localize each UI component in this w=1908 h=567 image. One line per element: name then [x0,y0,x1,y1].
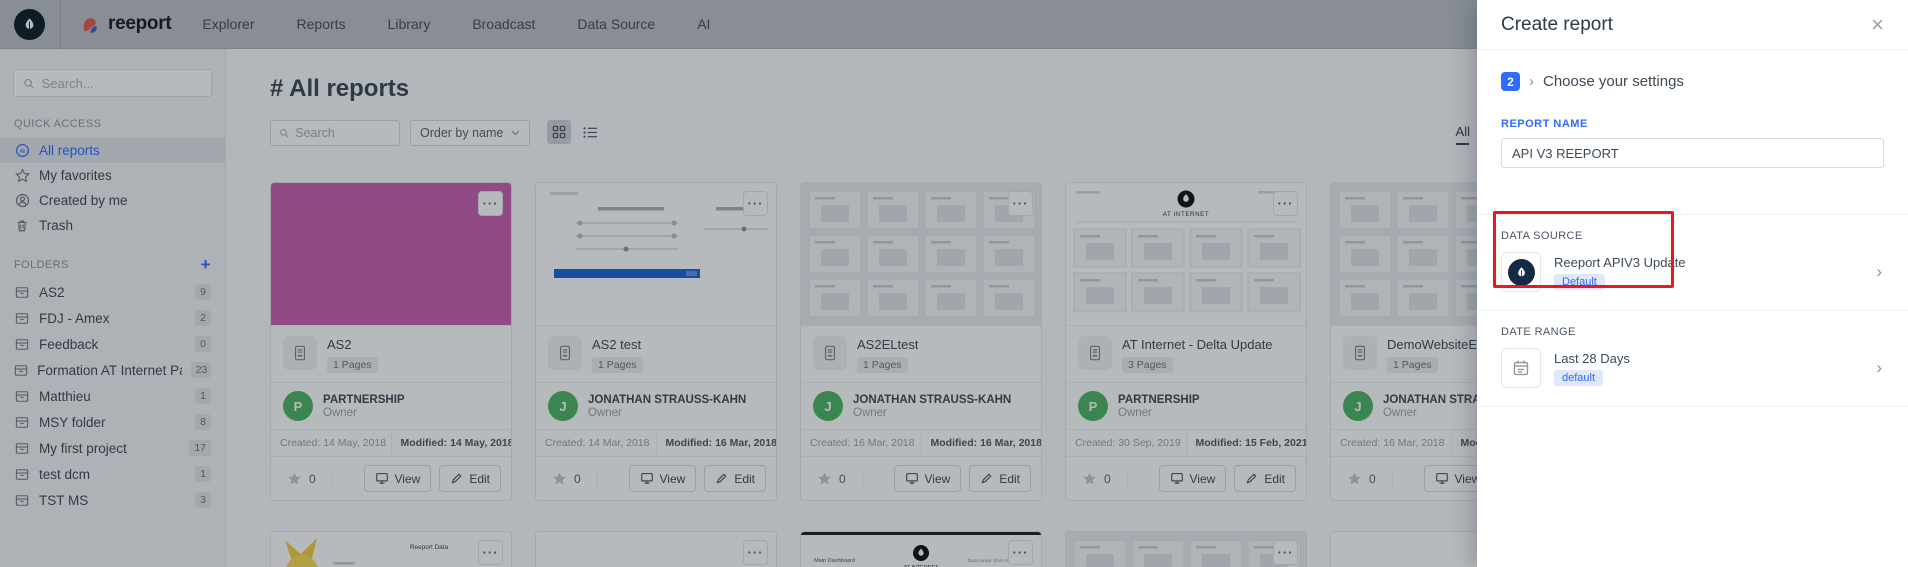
create-report-panel: Create report × 2 › Choose your settings… [1477,0,1908,567]
chevron-right-icon[interactable]: › [1876,262,1884,282]
calendar-icon [1512,359,1530,377]
data-source-iconbox [1501,252,1541,292]
chevron-right-icon[interactable]: › [1876,358,1884,378]
data-source-name: Reeport APIV3 Update [1554,255,1686,270]
data-source-section[interactable]: DATA SOURCE Reeport APIV3 Update Default… [1477,215,1908,311]
date-range-label: DATE RANGE [1501,326,1884,338]
date-range-section[interactable]: DATE RANGE Last 28 Days default › [1477,311,1908,407]
date-range-name: Last 28 Days [1554,351,1630,366]
panel-title: Create report [1501,14,1613,36]
step-indicator: 2 › Choose your settings [1501,72,1884,91]
reeport-source-icon [1508,259,1535,286]
close-icon[interactable]: × [1871,16,1884,34]
data-source-default-badge: Default [1554,274,1605,290]
data-source-label: DATA SOURCE [1501,230,1884,242]
report-name-label: REPORT NAME [1501,118,1884,130]
modal-dim-overlay [0,0,1477,567]
chevron-right-icon: › [1529,73,1534,90]
step-label: Choose your settings [1543,73,1684,90]
calendar-iconbox [1501,348,1541,388]
date-range-default-badge: default [1554,370,1603,386]
step-number-badge: 2 [1501,72,1520,91]
report-name-input[interactable] [1501,138,1884,168]
